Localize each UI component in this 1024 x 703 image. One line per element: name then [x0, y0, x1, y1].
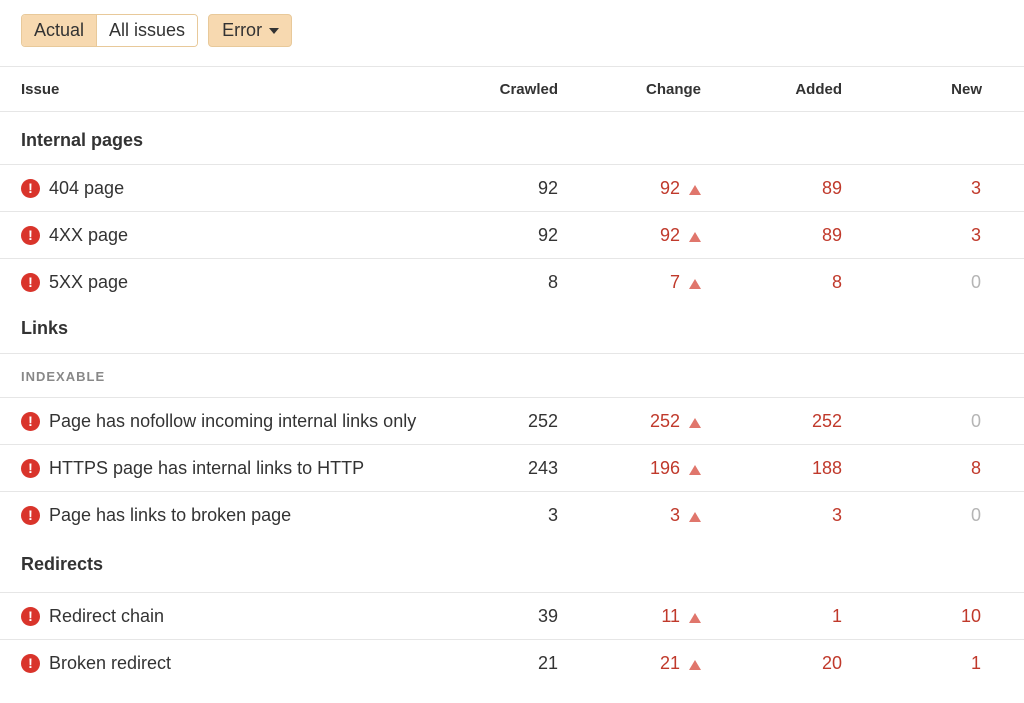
new-value[interactable]: 0	[971, 272, 981, 293]
table-row[interactable]: ! 5XX page 8 7 8 0	[0, 258, 1024, 305]
crawled-value[interactable]: 8	[548, 272, 558, 293]
crawled-value[interactable]: 243	[528, 458, 558, 479]
section-title: Links	[21, 318, 69, 338]
table-row[interactable]: ! Redirect chain 39 11 1 10	[0, 592, 1024, 639]
issue-link[interactable]: 5XX page	[49, 272, 128, 293]
change-value[interactable]: 11	[661, 606, 680, 627]
change-value[interactable]: 21	[660, 653, 680, 674]
issue-link[interactable]: 404 page	[49, 178, 124, 199]
new-value[interactable]: 3	[971, 225, 981, 246]
actual-tab[interactable]: Actual	[22, 15, 97, 46]
crawled-value[interactable]: 92	[538, 225, 558, 246]
issue-cell: ! HTTPS page has internal links to HTTP	[21, 458, 364, 479]
issue-link[interactable]: Redirect chain	[49, 606, 164, 627]
new-column-header[interactable]: New	[951, 81, 982, 98]
issue-cell: ! 5XX page	[21, 272, 128, 293]
section-title: Redirects	[21, 554, 104, 574]
change-value[interactable]: 196	[650, 458, 680, 479]
section-title: Internal pages	[21, 130, 144, 150]
crawled-value[interactable]: 252	[528, 411, 558, 432]
triangle-up-icon	[689, 613, 701, 623]
issue-cell: ! 4XX page	[21, 225, 128, 246]
added-value[interactable]: 1	[832, 606, 842, 627]
error-icon: !	[21, 654, 40, 673]
triangle-up-icon	[689, 512, 701, 522]
severity-filter-label: Error	[222, 20, 263, 40]
issue-column-header[interactable]: Issue	[21, 81, 59, 98]
triangle-up-icon	[689, 660, 701, 670]
error-icon: !	[21, 179, 40, 198]
added-value[interactable]: 3	[832, 505, 842, 526]
new-value[interactable]: 0	[971, 505, 981, 526]
triangle-up-icon	[689, 185, 701, 195]
change-value[interactable]: 7	[670, 272, 680, 293]
triangle-up-icon	[689, 232, 701, 242]
issue-cell: ! 404 page	[21, 178, 124, 199]
severity-filter-dropdown[interactable]: Error	[208, 14, 293, 47]
issue-cell: ! Page has nofollow incoming internal li…	[21, 411, 416, 432]
crawled-value[interactable]: 92	[538, 178, 558, 199]
all-issues-tab[interactable]: All issues	[96, 15, 198, 46]
caret-down-icon	[269, 27, 280, 34]
view-toggle: Actual All issues	[21, 14, 199, 47]
change-column-header[interactable]: Change	[646, 81, 701, 98]
triangle-up-icon	[689, 418, 701, 428]
change-value[interactable]: 3	[670, 505, 680, 526]
subsection-title: INDEXABLE	[21, 369, 106, 384]
section-links: Links	[0, 305, 1024, 353]
table-row[interactable]: ! Page has nofollow incoming internal li…	[0, 397, 1024, 444]
new-value[interactable]: 0	[971, 411, 981, 432]
triangle-up-icon	[689, 465, 701, 475]
error-icon: !	[21, 607, 40, 626]
new-value[interactable]: 8	[971, 458, 981, 479]
table-row[interactable]: ! 404 page 92 92 89 3	[0, 164, 1024, 211]
issue-cell: ! Page has links to broken page	[21, 505, 291, 526]
added-column-header[interactable]: Added	[795, 81, 842, 98]
error-icon: !	[21, 459, 40, 478]
crawled-value[interactable]: 39	[538, 606, 558, 627]
table-row[interactable]: ! Page has links to broken page 3 3 3 0	[0, 491, 1024, 538]
new-value[interactable]: 3	[971, 178, 981, 199]
toolbar: Actual All issues Error	[21, 14, 293, 47]
added-value[interactable]: 252	[812, 411, 842, 432]
section-internal-pages: Internal pages	[0, 111, 1024, 164]
added-value[interactable]: 188	[812, 458, 842, 479]
triangle-up-icon	[689, 279, 701, 289]
issue-link[interactable]: HTTPS page has internal links to HTTP	[49, 458, 364, 479]
subsection-indexable: INDEXABLE	[0, 353, 1024, 397]
issue-cell: ! Redirect chain	[21, 606, 164, 627]
added-value[interactable]: 20	[822, 653, 842, 674]
new-value[interactable]: 1	[971, 653, 981, 674]
table-row[interactable]: ! Broken redirect 21 21 20 1	[0, 639, 1024, 686]
issue-link[interactable]: Page has nofollow incoming internal link…	[49, 411, 416, 432]
issue-link[interactable]: Broken redirect	[49, 653, 171, 674]
added-value[interactable]: 89	[822, 178, 842, 199]
error-icon: !	[21, 273, 40, 292]
change-value[interactable]: 92	[660, 178, 680, 199]
table-row[interactable]: ! 4XX page 92 92 89 3	[0, 211, 1024, 258]
error-icon: !	[21, 506, 40, 525]
issues-table: Issue Crawled Change Added New Internal …	[0, 66, 1024, 686]
change-value[interactable]: 252	[650, 411, 680, 432]
error-icon: !	[21, 226, 40, 245]
change-value[interactable]: 92	[660, 225, 680, 246]
table-row[interactable]: ! HTTPS page has internal links to HTTP …	[0, 444, 1024, 491]
crawled-value[interactable]: 3	[548, 505, 558, 526]
new-value[interactable]: 10	[961, 606, 981, 627]
section-redirects: Redirects	[0, 538, 1024, 592]
crawled-column-header[interactable]: Crawled	[500, 81, 558, 98]
added-value[interactable]: 89	[822, 225, 842, 246]
error-icon: !	[21, 412, 40, 431]
issue-link[interactable]: 4XX page	[49, 225, 128, 246]
crawled-value[interactable]: 21	[538, 653, 558, 674]
issue-link[interactable]: Page has links to broken page	[49, 505, 291, 526]
issue-cell: ! Broken redirect	[21, 653, 171, 674]
table-header: Issue Crawled Change Added New	[0, 66, 1024, 111]
added-value[interactable]: 8	[832, 272, 842, 293]
